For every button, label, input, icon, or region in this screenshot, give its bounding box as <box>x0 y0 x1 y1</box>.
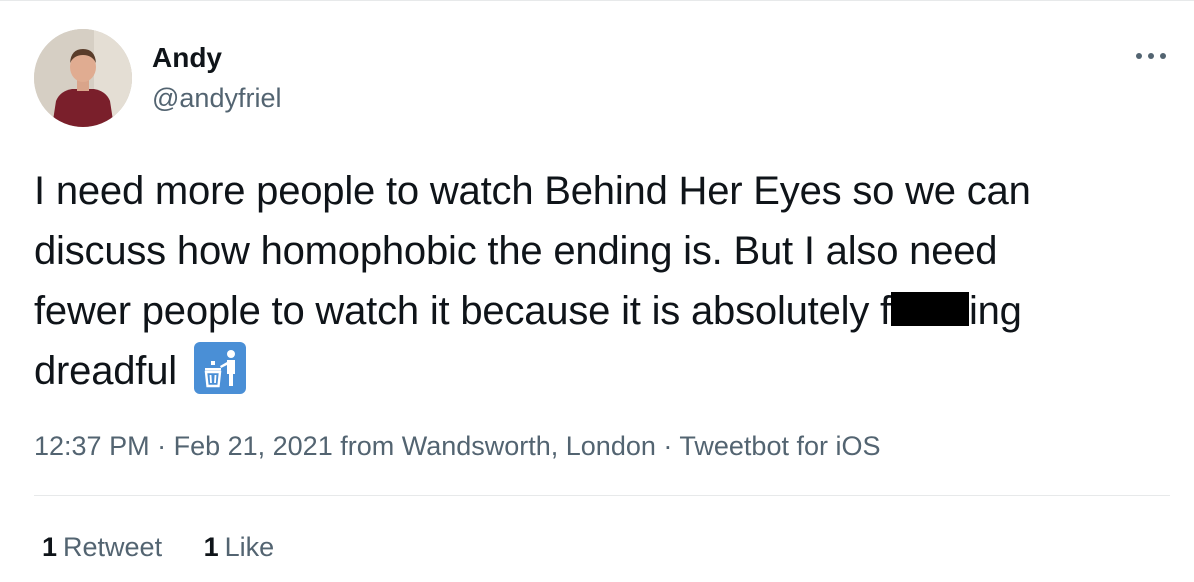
tweet-time[interactable]: 12:37 PM <box>34 431 150 461</box>
tweet-text-line: discuss how homophobic the ending is. Bu… <box>34 229 998 273</box>
tweet-text-line: fewer people to watch it because it is a… <box>34 281 1154 341</box>
separator: · <box>149 431 174 461</box>
tweet-location: from Wandsworth, London <box>332 431 656 461</box>
tweet-text-fragment: fewer people to watch it because it is a… <box>34 289 891 333</box>
author-avatar[interactable] <box>34 29 132 127</box>
tweet-stats: 1 Retweet 1 Like <box>42 527 308 567</box>
author-name[interactable]: Andy <box>152 41 222 75</box>
retweets-label: Retweet <box>63 532 163 562</box>
more-options-icon[interactable] <box>1136 43 1166 69</box>
tweet-date[interactable]: Feb 21, 2021 <box>174 431 333 461</box>
tweet-text-line: I need more people to watch Behind Her E… <box>34 169 1031 213</box>
tweet-client[interactable]: Tweetbot for iOS <box>679 431 880 461</box>
tweet-card: Andy @andyfriel I need more people to wa… <box>0 0 1194 582</box>
likes-stat[interactable]: 1 Like <box>204 532 275 562</box>
user-avatar-icon <box>34 29 132 127</box>
likes-count: 1 <box>203 532 219 562</box>
author-handle[interactable]: @andyfriel <box>152 81 281 115</box>
redaction-bar <box>890 292 969 326</box>
tweet-text: I need more people to watch Behind Her E… <box>34 161 1154 401</box>
separator: · <box>655 431 680 461</box>
tweet-meta: 12:37 PM · Feb 21, 2021 from Wandsworth,… <box>34 426 880 466</box>
likes-label: Like <box>224 532 275 562</box>
dot <box>1136 53 1142 59</box>
dot <box>1160 53 1166 59</box>
tweet-text-fragment: ing <box>968 289 1022 333</box>
retweets-count: 1 <box>42 532 58 562</box>
dot <box>1148 53 1154 59</box>
retweets-stat[interactable]: 1 Retweet <box>42 532 162 562</box>
wastebasket-emoji-icon <box>193 342 246 394</box>
tweet-text-line: dreadful <box>34 341 1154 401</box>
tweet-text-fragment: dreadful <box>34 349 177 393</box>
divider <box>34 495 1170 496</box>
